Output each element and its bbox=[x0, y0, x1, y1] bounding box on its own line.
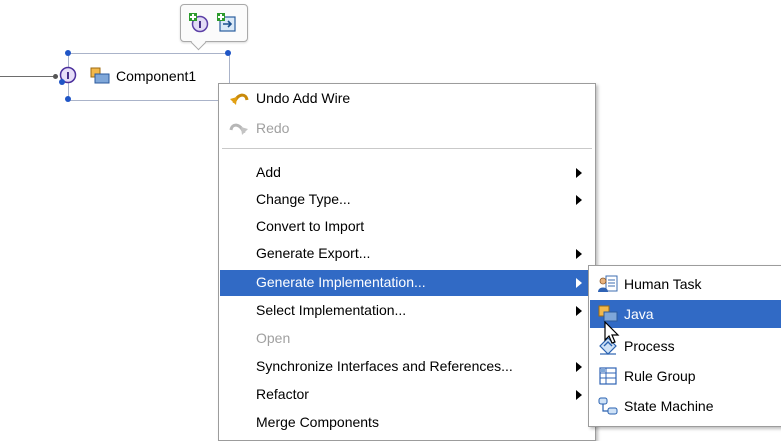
selection-handle[interactable] bbox=[65, 50, 71, 56]
submenu-arrow-icon bbox=[576, 306, 582, 316]
interface-icon[interactable]: I bbox=[58, 65, 78, 85]
add-reference-icon[interactable] bbox=[217, 13, 237, 33]
redo-icon bbox=[229, 123, 248, 135]
selection-handle[interactable] bbox=[225, 50, 231, 56]
menu-item-merge-components[interactable]: Merge Components bbox=[220, 410, 594, 436]
context-menu: Undo Add Wire Redo Add Change Type... Co… bbox=[218, 83, 596, 441]
submenu-arrow-icon bbox=[576, 278, 582, 288]
undo-icon bbox=[230, 93, 249, 105]
submenu-arrow-icon bbox=[576, 168, 582, 178]
menu-item-refactor[interactable]: Refactor bbox=[220, 382, 594, 408]
state-machine-icon bbox=[598, 397, 618, 415]
submenu-arrow-icon bbox=[576, 195, 582, 205]
menu-item-undo-add-wire[interactable]: Undo Add Wire bbox=[220, 86, 594, 112]
menu-item-change-type[interactable]: Change Type... bbox=[220, 187, 594, 213]
mouse-pointer-icon bbox=[604, 321, 620, 344]
menu-item-convert-to-import[interactable]: Convert to Import bbox=[220, 214, 594, 240]
menu-item-select-implementation[interactable]: Select Implementation... bbox=[220, 298, 594, 324]
menu-item-redo[interactable]: Redo bbox=[220, 116, 594, 142]
rule-group-icon bbox=[599, 367, 617, 385]
svg-text:I: I bbox=[198, 20, 202, 31]
submenu-arrow-icon bbox=[576, 362, 582, 372]
wire[interactable] bbox=[0, 76, 58, 77]
submenu-item-rule-group[interactable]: Rule Group bbox=[590, 362, 781, 390]
component-label[interactable]: Component1 bbox=[116, 68, 196, 84]
component-icon bbox=[90, 67, 110, 84]
add-interface-icon[interactable]: I bbox=[189, 13, 209, 33]
hover-action-bar: I bbox=[180, 4, 248, 42]
menu-item-generate-export[interactable]: Generate Export... bbox=[220, 241, 594, 267]
menu-item-open[interactable]: Open bbox=[220, 326, 594, 352]
menu-item-synchronize-interfaces[interactable]: Synchronize Interfaces and References... bbox=[220, 354, 594, 380]
menu-item-generate-implementation[interactable]: Generate Implementation... bbox=[220, 270, 594, 296]
human-task-icon bbox=[598, 275, 618, 292]
submenu-item-state-machine[interactable]: State Machine bbox=[590, 392, 781, 420]
menu-item-add[interactable]: Add bbox=[220, 160, 594, 186]
submenu-arrow-icon bbox=[576, 390, 582, 400]
submenu-item-human-task[interactable]: Human Task bbox=[590, 270, 781, 298]
submenu-arrow-icon bbox=[576, 249, 582, 259]
selection-handle[interactable] bbox=[65, 96, 71, 102]
svg-text:I: I bbox=[66, 71, 70, 82]
menu-separator bbox=[222, 148, 592, 149]
